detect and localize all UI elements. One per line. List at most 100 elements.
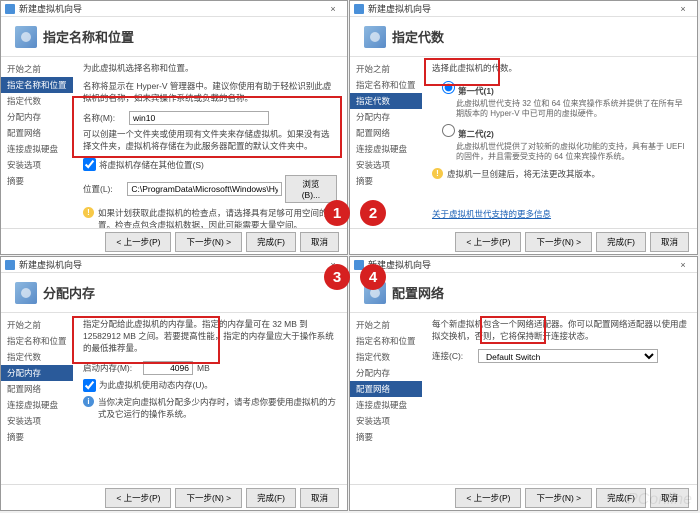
finish-button[interactable]: 完成(F) (596, 232, 646, 252)
browse-button[interactable]: 浏览(B)... (285, 175, 337, 203)
wizard-icon (354, 4, 364, 14)
next-button[interactable]: 下一步(N) > (175, 488, 242, 508)
sidebar-item[interactable]: 指定名称和位置 (1, 77, 73, 93)
connection-label: 连接(C): (432, 350, 478, 362)
info-icon: i (83, 396, 94, 407)
annotation-box (424, 58, 500, 86)
sidebar-item[interactable]: 摘要 (350, 429, 422, 445)
prev-button[interactable]: < 上一步(P) (455, 232, 521, 252)
warning-text: 如果计划获取此虚拟机的检查点，请选择具有足够可用空间的位置。检查点包含虚拟机数据… (98, 207, 337, 228)
cancel-button[interactable]: 取消 (300, 488, 339, 508)
radio-label: 第二代(2) (458, 129, 494, 139)
sidebar-item[interactable]: 指定名称和位置 (350, 77, 422, 93)
sidebar-item[interactable]: 配置网络 (350, 381, 422, 397)
sidebar-item[interactable]: 指定代数 (350, 93, 422, 109)
header: 配置网络 (350, 273, 697, 313)
warning-text: 虚拟机一旦创建后，将无法更改其版本。 (447, 168, 600, 180)
sidebar-item[interactable]: 分配内存 (1, 109, 73, 125)
sidebar-item[interactable]: 安装选项 (350, 413, 422, 429)
header: 指定代数 (350, 17, 697, 57)
radio-description: 此虚拟机世代支持 32 位和 64 位来宾操作系统并提供了在所有早期版本的 Hy… (456, 99, 687, 120)
sidebar-item[interactable]: 指定代数 (1, 93, 73, 109)
radio-label: 第一代(1) (458, 86, 494, 96)
sidebar-item[interactable]: 配置网络 (1, 125, 73, 141)
description: 为此虚拟机选择名称和位置。 (83, 63, 337, 75)
sidebar-item[interactable]: 指定名称和位置 (350, 333, 422, 349)
sidebar-item[interactable]: 安装选项 (1, 157, 73, 173)
sidebar-item[interactable]: 分配内存 (350, 109, 422, 125)
location-label: 位置(L): (83, 183, 127, 195)
sidebar-item[interactable]: 开始之前 (1, 61, 73, 77)
step-badge-1: 1 (324, 200, 350, 226)
info-text: 当你决定向虚拟机分配多少内存时，请考虑你要使用虚拟机的方式及它运行的操作系统。 (98, 396, 337, 420)
next-button[interactable]: 下一步(N) > (175, 232, 242, 252)
next-button[interactable]: 下一步(N) > (525, 232, 592, 252)
checkbox-label: 为此虚拟机使用动态内存(U)。 (99, 379, 213, 391)
sidebar-item[interactable]: 开始之前 (350, 61, 422, 77)
sidebar-item[interactable]: 配置网络 (1, 381, 73, 397)
sidebar-item[interactable]: 指定名称和位置 (1, 333, 73, 349)
titlebar: 新建虚拟机向导 × (1, 1, 347, 17)
sidebar: 开始之前 指定名称和位置 指定代数 分配内存 配置网络 连接虚拟硬盘 安装选项 … (350, 57, 422, 228)
prev-button[interactable]: < 上一步(P) (455, 488, 521, 508)
sidebar-item[interactable]: 分配内存 (350, 365, 422, 381)
sidebar-item[interactable]: 连接虚拟硬盘 (350, 141, 422, 157)
sidebar-item[interactable]: 配置网络 (350, 125, 422, 141)
location-input[interactable] (127, 182, 282, 196)
step-badge-2: 2 (360, 200, 386, 226)
connection-select[interactable]: Default Switch (478, 349, 658, 363)
more-info-link[interactable]: 关于虚拟机世代支持的更多信息 (432, 209, 551, 219)
header-title: 分配内存 (43, 283, 95, 302)
sidebar-item[interactable]: 开始之前 (1, 317, 73, 333)
sidebar-item[interactable]: 安装选项 (1, 413, 73, 429)
wizard-icon (5, 260, 15, 270)
window-title: 新建虚拟机向导 (368, 2, 431, 15)
header: 分配内存 (1, 273, 347, 313)
generation2-radio[interactable] (442, 124, 455, 137)
sidebar-item[interactable]: 指定代数 (350, 349, 422, 365)
radio-description: 此虚拟机世代提供了对较新的虚拟化功能的支持，具有基于 UEFI 的固件，并且需要… (456, 142, 687, 163)
sidebar-item[interactable]: 开始之前 (350, 317, 422, 333)
warning-icon: ! (83, 207, 94, 218)
sidebar-item[interactable]: 连接虚拟硬盘 (350, 397, 422, 413)
finish-button[interactable]: 完成(F) (246, 488, 296, 508)
header-icon (15, 282, 37, 304)
checkbox-label: 将虚拟机存储在其他位置(S) (99, 159, 204, 171)
warning-icon: ! (432, 168, 443, 179)
annotation-box (72, 316, 220, 364)
sidebar-item[interactable]: 分配内存 (1, 365, 73, 381)
prev-button[interactable]: < 上一步(P) (105, 232, 171, 252)
header-title: 指定代数 (392, 27, 444, 46)
sidebar-item[interactable]: 摘要 (350, 173, 422, 189)
memory-unit: MB (197, 363, 210, 373)
sidebar: 开始之前 指定名称和位置 指定代数 分配内存 配置网络 连接虚拟硬盘 安装选项 … (1, 57, 73, 228)
header-title: 配置网络 (392, 283, 444, 302)
close-button[interactable]: × (323, 2, 343, 16)
dynamic-memory-checkbox[interactable] (83, 379, 96, 392)
close-button[interactable]: × (673, 258, 693, 272)
sidebar-item[interactable]: 摘要 (1, 429, 73, 445)
titlebar: 新建虚拟机向导 × (350, 1, 697, 17)
header-icon (15, 26, 37, 48)
sidebar-item[interactable]: 摘要 (1, 173, 73, 189)
titlebar: 新建虚拟机向导 × (1, 257, 347, 273)
next-button[interactable]: 下一步(N) > (525, 488, 592, 508)
cancel-button[interactable]: 取消 (650, 232, 689, 252)
finish-button[interactable]: 完成(F) (246, 232, 296, 252)
sidebar-item[interactable]: 安装选项 (350, 157, 422, 173)
description: 每个新虚拟机包含一个网络适配器。你可以配置网络适配器以使用虚拟交换机，否则，它将… (432, 319, 687, 343)
watermark: PConline (627, 491, 692, 509)
sidebar: 开始之前 指定名称和位置 指定代数 分配内存 配置网络 连接虚拟硬盘 安装选项 … (1, 313, 73, 484)
sidebar-item[interactable]: 连接虚拟硬盘 (1, 141, 73, 157)
header-title: 指定名称和位置 (43, 27, 134, 46)
annotation-box (72, 96, 342, 158)
header: 指定名称和位置 (1, 17, 347, 57)
cancel-button[interactable]: 取消 (300, 232, 339, 252)
close-button[interactable]: × (673, 2, 693, 16)
header-icon (364, 26, 386, 48)
titlebar: 新建虚拟机向导 × (350, 257, 697, 273)
prev-button[interactable]: < 上一步(P) (105, 488, 171, 508)
sidebar-item[interactable]: 指定代数 (1, 349, 73, 365)
store-elsewhere-checkbox[interactable] (83, 158, 96, 171)
sidebar-item[interactable]: 连接虚拟硬盘 (1, 397, 73, 413)
